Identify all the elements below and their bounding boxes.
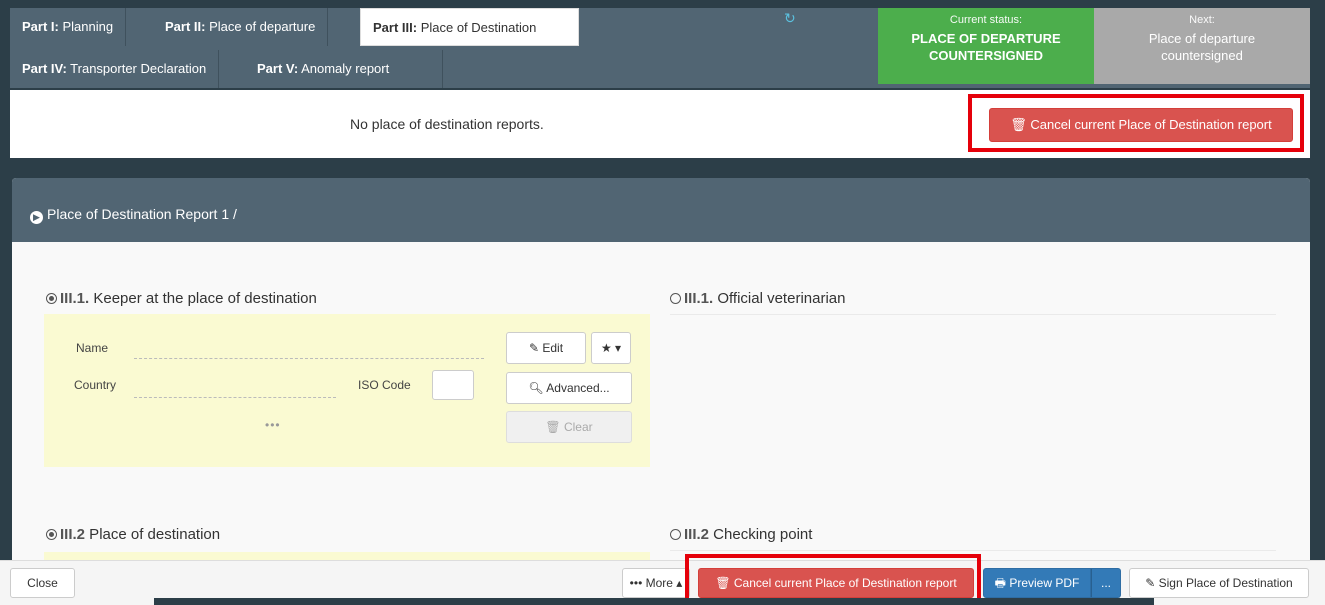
current-status-label: Current status: — [949, 14, 1023, 26]
current-status-line2: COUNTERSIGNED — [928, 48, 1044, 63]
section-number: III.1. — [60, 290, 90, 307]
highlight-box-top — [968, 94, 1304, 152]
close-button[interactable]: Close — [10, 568, 75, 598]
tab-label-strong: Part IV: — [22, 61, 67, 76]
tab-transporter-declaration[interactable]: Part IV: Transporter Declaration — [10, 50, 220, 88]
tab-label-strong: Part II: — [165, 19, 206, 34]
section-label: Official veterinarian — [713, 290, 846, 307]
more-dots[interactable]: ••• — [265, 418, 281, 432]
tab-label: Anomaly report — [298, 61, 390, 76]
trash-icon: 🗑︎ — [545, 420, 564, 434]
report-panel-heading[interactable]: ▶ Place of Destination Report 1 / — [12, 178, 1310, 242]
favorite-dropdown-button[interactable]: ★ ▾ — [591, 332, 631, 364]
name-label: Name — [76, 341, 109, 355]
sign-label: Sign Place of Destination — [1158, 576, 1293, 590]
radio-selected-icon[interactable] — [46, 293, 57, 304]
star-icon: ★ ▾ — [600, 341, 622, 355]
page: Part I: Planning Part II: Place of depar… — [0, 0, 1325, 605]
iso-code-label: ISO Code — [358, 378, 411, 392]
current-status-box: Current status: PLACE OF DEPARTURE COUNT… — [878, 8, 1094, 84]
radio-selected-icon[interactable] — [46, 529, 57, 540]
search-icon: 🔍︎ — [528, 381, 547, 395]
more-button[interactable]: ••• More ▴ — [622, 568, 690, 598]
next-status-line2: countersigned — [1161, 48, 1243, 63]
divider — [670, 550, 1276, 551]
tab-label-strong: Part V: — [257, 61, 299, 76]
vet-section-title[interactable]: III.1. Official veterinarian — [670, 290, 845, 307]
section-label: Checking point — [709, 526, 813, 543]
next-status-box: Next: Place of departure countersigned — [1094, 8, 1310, 84]
advanced-search-button[interactable]: 🔍︎ Advanced... — [506, 372, 632, 404]
edit-icon: ✎ — [528, 341, 543, 355]
tab-place-of-destination[interactable]: Part III: Place of Destination — [360, 8, 579, 46]
tab-label: Place of departure — [205, 19, 316, 34]
checking-point-section-title[interactable]: III.2 Checking point — [670, 526, 812, 543]
sign-destination-button[interactable]: ✎ Sign Place of Destination — [1129, 568, 1309, 598]
tab-anomaly-report[interactable]: Part V: Anomaly report — [245, 50, 443, 88]
clear-button[interactable]: 🗑︎ Clear — [506, 411, 632, 443]
preview-options-button[interactable]: ... — [1091, 568, 1121, 598]
report-panel: ▶ Place of Destination Report 1 / III.1. … — [12, 178, 1310, 578]
tab-label: Planning — [58, 19, 114, 34]
section-number: III.1. — [684, 290, 714, 307]
country-label: Country — [74, 378, 117, 392]
bottom-strip — [154, 598, 1154, 605]
section-number: III.2 — [684, 526, 710, 543]
current-status-line1: PLACE OF DEPARTURE — [911, 31, 1061, 46]
tab-label-strong: Part I: — [22, 19, 59, 34]
tab-label: Place of Destination — [417, 20, 537, 35]
edit-label: Edit — [542, 341, 564, 355]
pencil-icon: ✎ — [1145, 576, 1159, 590]
section-label: Keeper at the place of destination — [89, 290, 317, 307]
section-label: Place of destination — [85, 526, 221, 543]
preview-pdf-button[interactable]: 🖶︎ Preview PDF — [983, 568, 1091, 598]
no-reports-text: No place of destination reports. — [350, 116, 544, 132]
current-status-value: PLACE OF DEPARTURE COUNTERSIGNED — [878, 30, 1094, 64]
edit-button[interactable]: ✎ Edit — [506, 332, 586, 364]
print-icon: 🖶︎ — [994, 576, 1010, 590]
tab-label-strong: Part III: — [373, 20, 418, 35]
preview-label: Preview PDF — [1009, 576, 1080, 590]
tab-planning[interactable]: Part I: Planning — [10, 8, 127, 46]
radio-unselected-icon[interactable] — [670, 293, 681, 304]
keeper-section-title[interactable]: III.1. Keeper at the place of destinatio… — [46, 290, 317, 307]
iso-code-input[interactable] — [432, 370, 474, 400]
tab-label: Transporter Declaration — [66, 61, 207, 76]
next-status-value: Place of departure countersigned — [1094, 30, 1310, 64]
divider — [670, 314, 1276, 315]
chevron-right-circle-icon: ▶ — [30, 211, 43, 224]
destination-section-title[interactable]: III.2 Place of destination — [46, 526, 220, 543]
radio-unselected-icon[interactable] — [670, 529, 681, 540]
clear-label: Clear — [563, 420, 593, 434]
name-field[interactable] — [134, 358, 484, 359]
next-status-line1: Place of departure — [1148, 31, 1256, 46]
tab-place-of-departure[interactable]: Part II: Place of departure — [153, 8, 329, 46]
next-status-label: Next: — [1189, 14, 1215, 26]
country-field[interactable] — [134, 397, 336, 398]
keeper-form: Name Country ISO Code ••• ✎ Edit ★ ▾ 🔍︎ … — [44, 314, 650, 467]
section-number: III.2 — [60, 526, 86, 543]
report-panel-title: Place of Destination Report 1 / — [47, 206, 237, 222]
header-bar: Part I: Planning Part II: Place of depar… — [10, 8, 1310, 88]
advanced-label: Advanced... — [546, 381, 610, 395]
undo-icon[interactable]: ↻ — [784, 10, 796, 27]
